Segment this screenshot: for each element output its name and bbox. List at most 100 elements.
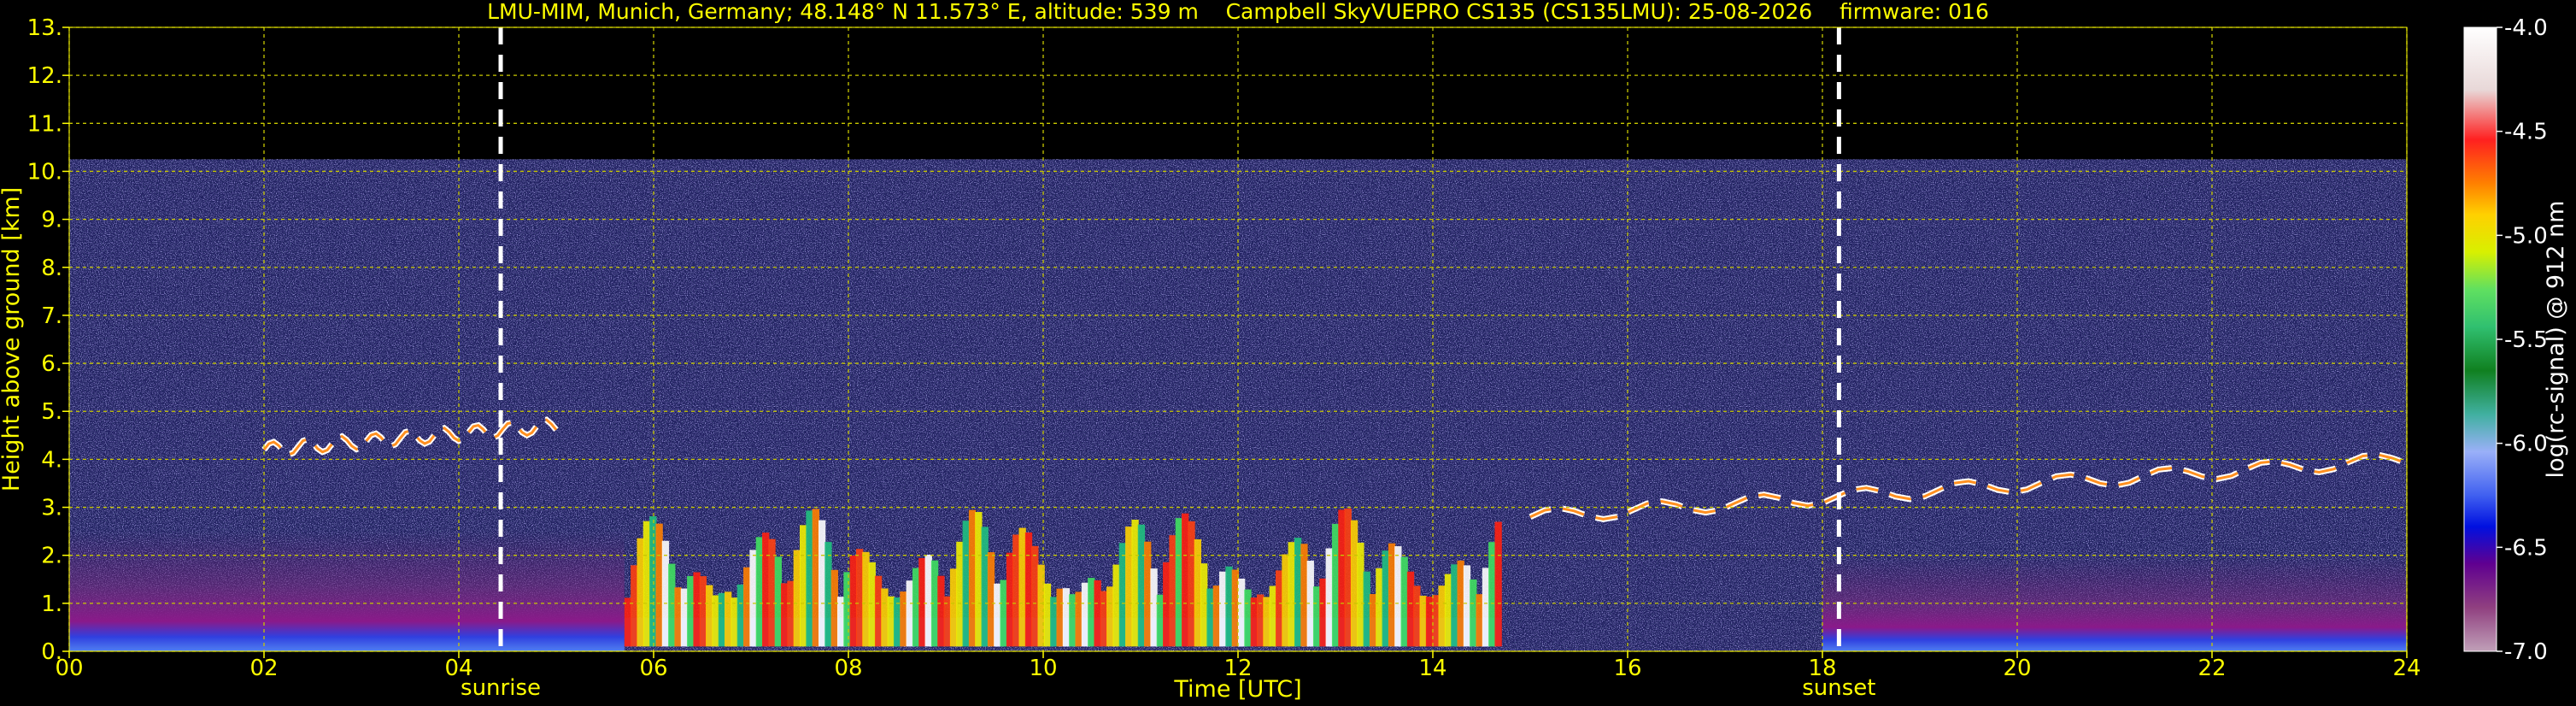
x-axis-label: Time [UTC] — [1173, 676, 1301, 703]
y-tick-label: 13. — [27, 15, 62, 41]
y-tick-label: 0. — [41, 639, 62, 665]
plume-column — [937, 575, 945, 647]
y-tick-label: 10. — [27, 159, 62, 185]
colorbar-tick-label: -6.5 — [2504, 535, 2548, 561]
y-tick-label: 5. — [41, 399, 62, 425]
plume-column — [1294, 538, 1302, 647]
plume-column — [893, 597, 901, 647]
plume-column — [1470, 579, 1477, 647]
plume-column — [1000, 580, 1007, 647]
plume-column — [736, 584, 745, 647]
x-tick-label: 16 — [1613, 656, 1641, 681]
plume-column — [1100, 591, 1108, 647]
plume-column — [699, 576, 707, 647]
plume-column — [1175, 518, 1183, 647]
plume-column — [1451, 564, 1458, 647]
plume-column — [862, 551, 870, 647]
colorbar-gradient — [2464, 27, 2497, 651]
plume-column — [1325, 548, 1333, 647]
x-tick-label: 24 — [2392, 656, 2421, 681]
plume-column — [1212, 585, 1221, 647]
plume-column — [1406, 571, 1415, 647]
plume-column — [1282, 554, 1289, 647]
colorbar-tick-label: -5.0 — [2504, 223, 2548, 249]
plume-column — [1169, 535, 1177, 647]
colorbar-label: log(rc-signal) @ 912 nm — [2543, 201, 2569, 479]
plume-column — [855, 549, 864, 647]
plume-column — [693, 572, 701, 647]
plume-column — [1363, 571, 1370, 647]
plume-column — [824, 542, 832, 647]
plume-column — [1438, 585, 1446, 647]
colorbar-tick-label: -6.0 — [2504, 432, 2548, 457]
x-tick-label: 08 — [834, 656, 862, 681]
plume-column — [1056, 588, 1064, 647]
plume-column — [818, 520, 826, 647]
plume-column — [849, 555, 857, 647]
chart-title: LMU-MIM, Munich, Germany; 48.148° N 11.5… — [487, 0, 1989, 24]
plume-column — [881, 588, 889, 647]
plume-column — [1256, 594, 1265, 647]
plume-column — [1463, 565, 1471, 647]
plume-column — [1382, 550, 1389, 647]
colorbar-ticks: -4.0 -4.5 -5.0 -5.5 -6.0 -6.5 -7.0 — [2497, 15, 2548, 665]
plume-column — [706, 585, 713, 647]
plume-column — [981, 527, 989, 647]
plume-column — [1275, 570, 1283, 647]
plume-column — [1238, 578, 1246, 647]
plume-column — [956, 541, 964, 647]
plume-column — [900, 591, 907, 647]
x-tick-label: 02 — [249, 656, 278, 681]
plume-column — [830, 569, 838, 647]
y-tick-label: 1. — [41, 591, 62, 617]
plume-column — [668, 563, 676, 647]
x-tick-label: 10 — [1029, 656, 1057, 681]
plume-column — [994, 583, 1001, 647]
plume-column — [868, 562, 876, 647]
colorbar-tick-label: -7.0 — [2504, 639, 2548, 665]
plume-column — [1344, 508, 1352, 647]
plume-column — [1444, 574, 1452, 647]
plume-column — [749, 550, 757, 647]
plume-column — [1182, 513, 1189, 647]
plume-column — [649, 516, 657, 647]
plume-column — [1263, 597, 1270, 647]
plume-column — [843, 572, 851, 647]
colorbar-tick-label: -4.0 — [2504, 15, 2548, 41]
plume-column — [1376, 568, 1383, 647]
plume-column — [1400, 556, 1408, 647]
colorbar: -4.0 -4.5 -5.0 -5.5 -6.0 -6.5 -7.0 log(rc-sign… — [2463, 15, 2569, 665]
plume-column — [836, 597, 845, 647]
plume-column — [1413, 585, 1421, 647]
plume-column — [1244, 589, 1252, 647]
plume-column — [1331, 523, 1340, 647]
y-axis-label: Height above ground [km] — [0, 187, 25, 491]
x-tick-label: 06 — [639, 656, 667, 681]
plume-column — [1388, 543, 1396, 647]
plume-column — [631, 565, 638, 647]
plume-column — [674, 587, 682, 647]
plume-column — [1137, 524, 1146, 647]
plume-column — [637, 538, 644, 647]
plume-column — [1031, 545, 1039, 647]
plume-column — [1088, 578, 1095, 647]
x-tick-label: 20 — [2003, 656, 2031, 681]
plume-column — [731, 597, 738, 647]
plume-column — [624, 597, 632, 647]
y-tick-label: 3. — [41, 496, 62, 521]
x-tick-label: 14 — [1418, 656, 1446, 681]
plume-column — [1250, 597, 1258, 647]
plume-column — [987, 552, 995, 647]
y-tick-label: 12. — [27, 63, 62, 89]
y-tick-label: 2. — [41, 544, 62, 569]
plume-column — [1357, 542, 1364, 647]
x-tick-label: 18 — [1808, 656, 1836, 681]
plot-area — [69, 27, 2407, 651]
plume-column — [800, 525, 807, 647]
plume-column — [787, 580, 795, 647]
plume-column — [1043, 583, 1052, 647]
plume-column — [1206, 588, 1214, 647]
colorbar-tick-label: -5.5 — [2504, 327, 2548, 353]
plume-column — [718, 592, 726, 647]
plume-column — [1081, 582, 1089, 647]
